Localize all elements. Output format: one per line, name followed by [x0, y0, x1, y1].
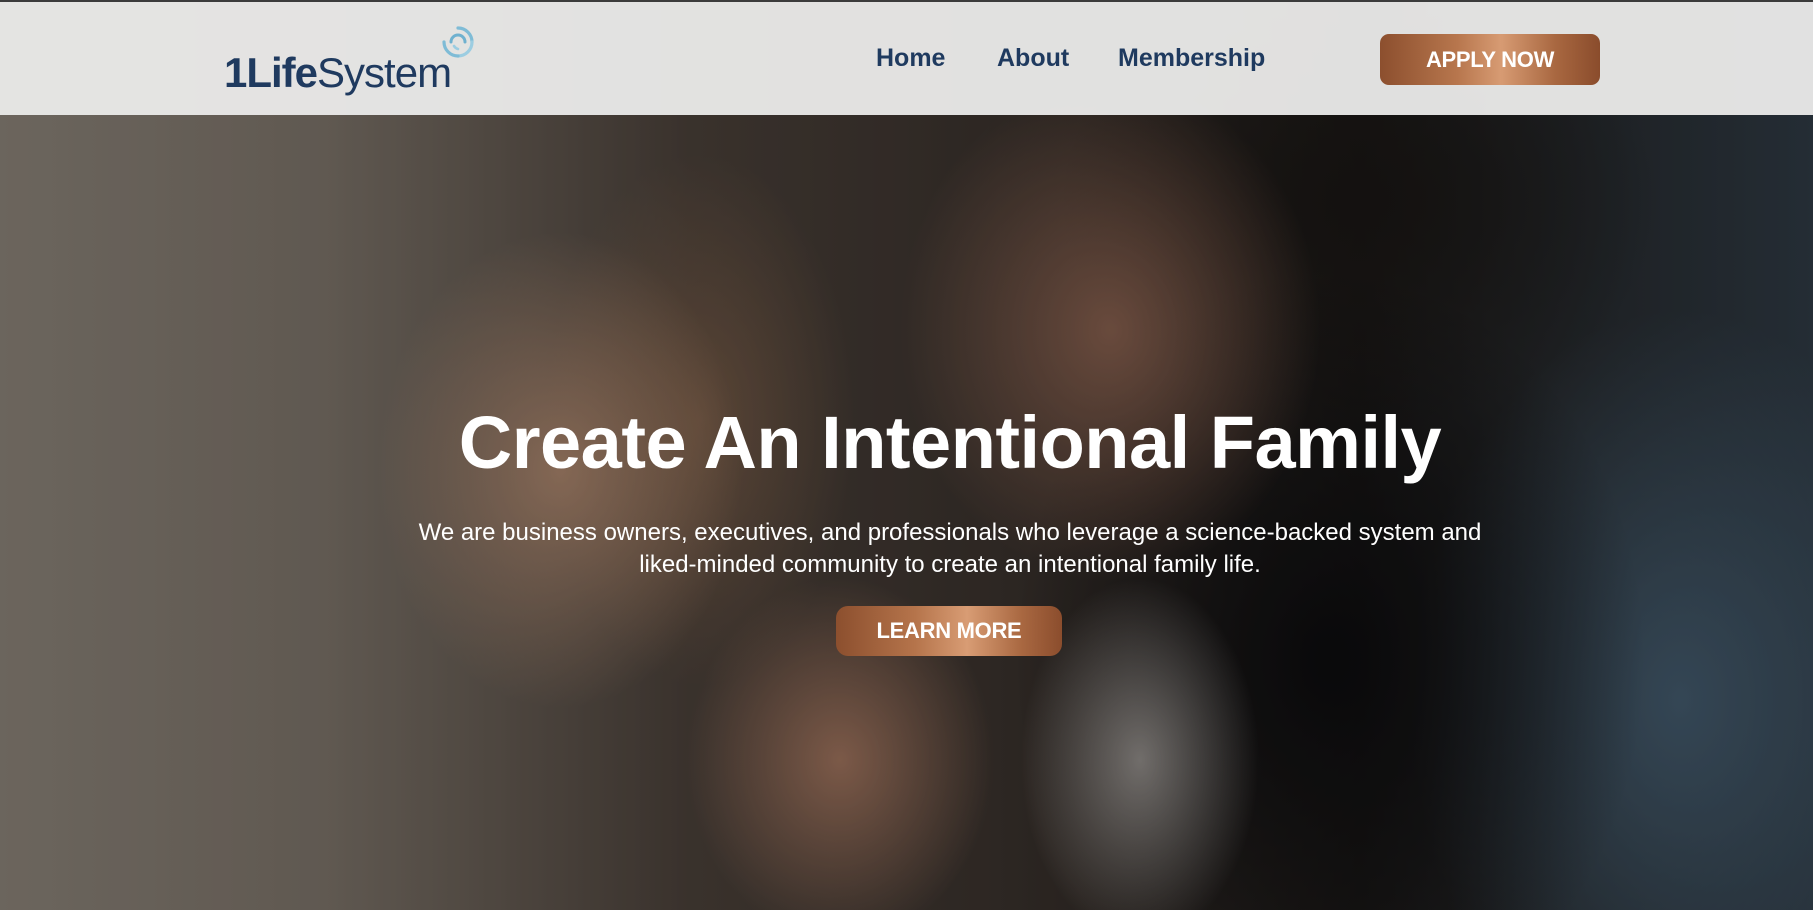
hero-subtitle: We are business owners, executives, and … — [360, 517, 1540, 581]
nav-link-about[interactable]: About — [997, 44, 1069, 73]
learn-more-button[interactable]: LEARN MORE — [836, 606, 1062, 656]
nav-link-membership[interactable]: Membership — [1118, 44, 1265, 73]
nav-link-home[interactable]: Home — [876, 44, 945, 73]
landing-page: 1LifeSystem Home About Membership APPLY … — [0, 0, 1813, 910]
hero-title: Create An Intentional Family — [458, 401, 1442, 484]
hero-subtitle-line-1: We are business owners, executives, and … — [418, 519, 1482, 546]
site-header: 1LifeSystem Home About Membership APPLY … — [0, 0, 1813, 115]
hero-subtitle-line-2: liked-minded community to create an inte… — [639, 551, 1261, 578]
apply-now-button[interactable]: APPLY NOW — [1380, 34, 1600, 85]
